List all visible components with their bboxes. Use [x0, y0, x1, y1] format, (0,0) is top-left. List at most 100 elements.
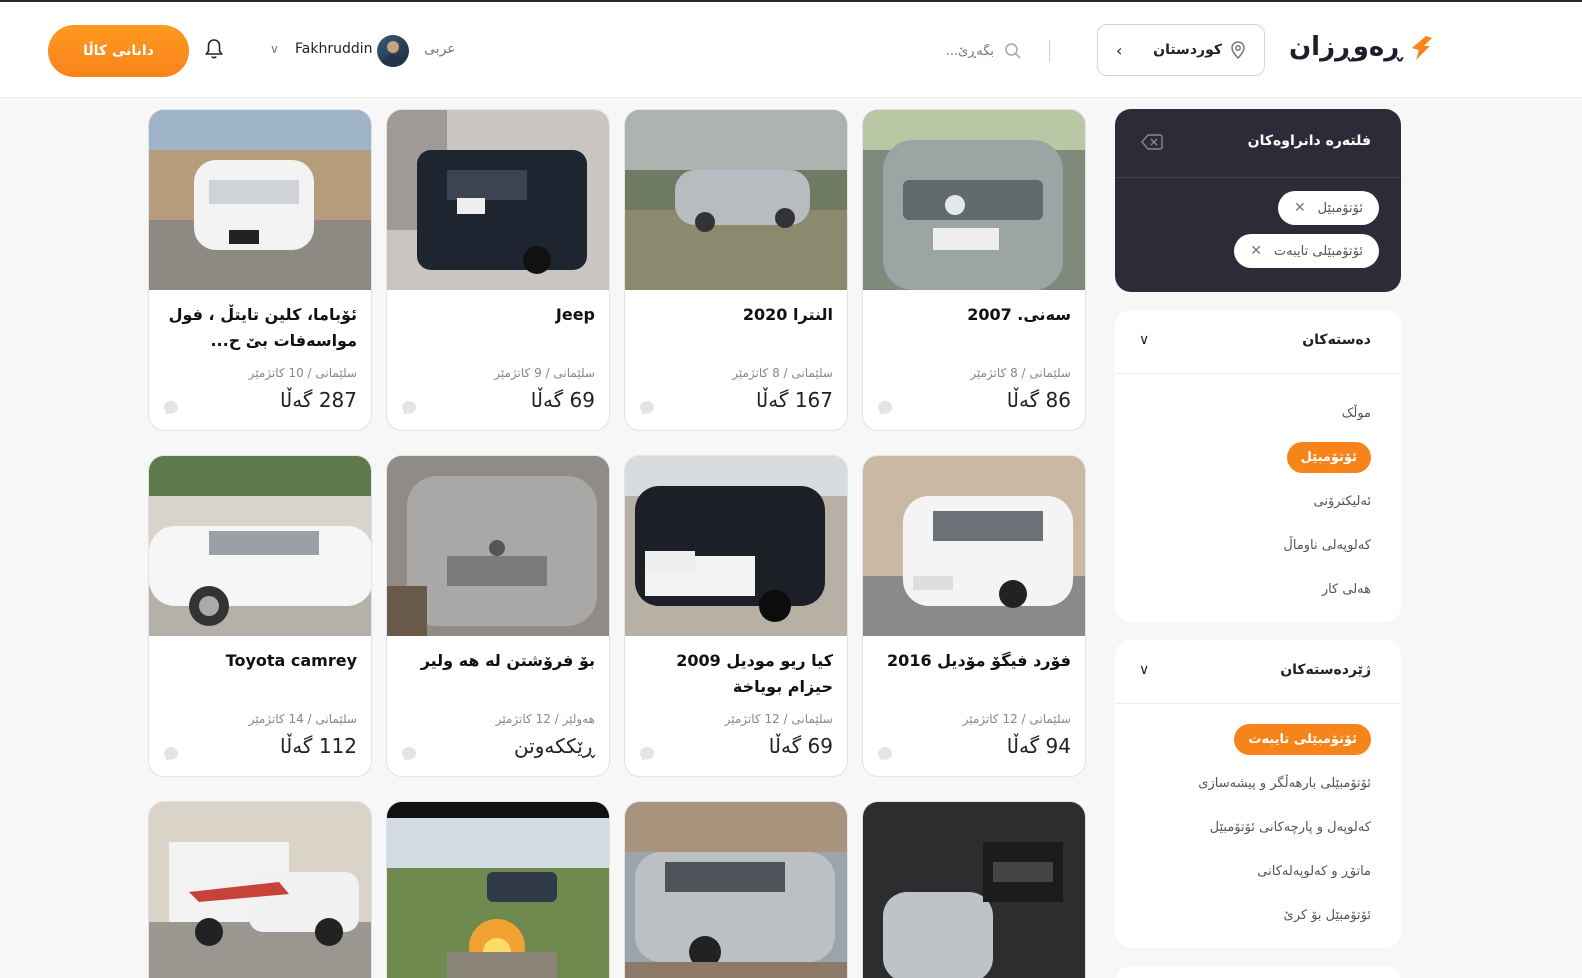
- category-item-active[interactable]: ئۆتۆمبێل: [1286, 442, 1371, 473]
- divider: [1115, 177, 1401, 178]
- chat-icon[interactable]: [401, 400, 417, 416]
- search-box[interactable]: [918, 36, 1022, 66]
- listing-location: سلێمانی / 12 کاتژمێر: [724, 712, 833, 726]
- search-input[interactable]: [924, 43, 994, 59]
- listing-price: 69 گەڵا: [768, 734, 833, 758]
- listing-card[interactable]: [624, 801, 848, 978]
- chat-icon[interactable]: [877, 400, 893, 416]
- filter-chip-label: ئۆتۆمبێل: [1317, 200, 1363, 216]
- chevron-down-icon[interactable]: ∨: [1139, 662, 1149, 678]
- chat-icon[interactable]: [639, 400, 655, 416]
- logo-mark-icon: [1412, 36, 1432, 60]
- listing-title: سەنی. 2007: [967, 305, 1071, 324]
- remove-icon[interactable]: ✕: [1294, 200, 1306, 216]
- listing-card[interactable]: النترا 2020 سلێمانی / 8 کاتژمێر 167 گەڵا: [624, 109, 848, 431]
- listing-price: 287 گەڵا: [280, 388, 357, 412]
- category-item[interactable]: هەلی کار: [1322, 582, 1371, 597]
- listing-card[interactable]: ئۆباما، کلین تایتڵ ، فول مواسەفات بێ ح..…: [148, 109, 372, 431]
- category-item[interactable]: موڵک: [1342, 406, 1371, 421]
- listing-photo: [149, 456, 371, 636]
- listing-price: ڕێککەوتن: [513, 734, 595, 758]
- listing-card[interactable]: فۆرد فیگۆ مۆدیل 2016 سلێمانی / 12 کاتژمێ…: [862, 455, 1086, 777]
- subcategory-item[interactable]: ئۆتۆمبێلی بارهەڵگر و پیشەسازی: [1198, 776, 1371, 791]
- listing-photo: [863, 802, 1085, 978]
- listing-location: هەولێر / 12 کاتژمێر: [495, 712, 595, 726]
- header: ڕەوڕزان ‹ کوردستان عربی Fakhruddin ∨ دان…: [0, 2, 1582, 98]
- next-panel: [1115, 966, 1401, 978]
- post-item-button[interactable]: دانانی کاڵا: [48, 25, 189, 77]
- listing-photo: [387, 110, 609, 290]
- username[interactable]: Fakhruddin: [295, 41, 373, 57]
- remove-icon[interactable]: ✕: [1250, 243, 1262, 259]
- chat-icon[interactable]: [163, 746, 179, 762]
- subcategory-item[interactable]: کەلوپەل و پارچەکانی ئۆتۆمبێل: [1210, 820, 1371, 835]
- listing-title: ئۆباما، کلین تایتڵ ، فول مواسەفات بێ ح..…: [168, 305, 357, 350]
- listing-photo: [387, 802, 609, 978]
- listing-photo: [625, 456, 847, 636]
- listing-location: سلێمانی / 8 کاتژمێر: [732, 366, 833, 380]
- subcategory-item-active[interactable]: ئۆتۆمبێلی تایبەت: [1234, 724, 1371, 755]
- listing-title: بۆ فرۆشتن له هه ولیر: [420, 651, 595, 670]
- listing-location: سلێمانی / 9 کاتژمێر: [494, 366, 595, 380]
- listing-photo: [863, 456, 1085, 636]
- listing-card[interactable]: [862, 801, 1086, 978]
- listing-photo: [387, 456, 609, 636]
- listing-title: کیا ریو مودیل 2009 حیزام بویاخة: [676, 651, 833, 696]
- listing-photo: [863, 110, 1085, 290]
- category-item[interactable]: ئەلیکترۆنی: [1314, 494, 1371, 509]
- clear-filters-icon[interactable]: [1141, 133, 1163, 151]
- categories-title: دەستەکان: [1302, 332, 1371, 348]
- listing-card[interactable]: [148, 801, 372, 978]
- listing-card[interactable]: کیا ریو مودیل 2009 حیزام بویاخة سلێمانی …: [624, 455, 848, 777]
- location-label: کوردستان: [1153, 42, 1222, 58]
- listing-photo: [625, 802, 847, 978]
- filter-chip[interactable]: ئۆتۆمبێل ✕: [1277, 191, 1379, 225]
- search-icon: [1005, 43, 1021, 59]
- avatar[interactable]: [377, 35, 409, 67]
- listing-card[interactable]: Jeep سلێمانی / 9 کاتژمێر 69 گەڵا: [386, 109, 610, 431]
- subcategory-item[interactable]: ماتۆڕ و کەلوپەلەکانی: [1257, 864, 1371, 879]
- filter-chip[interactable]: ئۆتۆمبێلی تایبەت ✕: [1234, 234, 1379, 268]
- subcategory-item[interactable]: ئۆتۆمبێل بۆ کرێ: [1284, 908, 1371, 923]
- category-item[interactable]: کەلوپەلی ناوماڵ: [1283, 538, 1371, 553]
- header-divider: [1049, 40, 1050, 62]
- listing-card[interactable]: بۆ فرۆشتن له هه ولیر هەولێر / 12 کاتژمێر…: [386, 455, 610, 777]
- applied-filters-title: فلتەرە دانراوەکان: [1247, 133, 1371, 149]
- listing-card[interactable]: سەنی. 2007 سلێمانی / 8 کاتژمێر 86 گەڵا: [862, 109, 1086, 431]
- applied-filters-panel: فلتەرە دانراوەکان ئۆتۆمبێل ✕ ئۆتۆمبێلی ت…: [1115, 109, 1401, 292]
- chevron-down-icon[interactable]: ∨: [1139, 332, 1149, 348]
- listing-card[interactable]: [386, 801, 610, 978]
- language-switch[interactable]: عربی: [424, 41, 456, 57]
- listing-price: 69 گەڵا: [530, 388, 595, 412]
- categories-panel: دەستەکان ∨ موڵک ئۆتۆمبێل ئەلیکترۆنی کەلو…: [1115, 310, 1401, 622]
- listing-price: 86 گەڵا: [1006, 388, 1071, 412]
- logo[interactable]: ڕەوڕزان: [1289, 32, 1436, 62]
- chevron-down-icon[interactable]: ∨: [270, 42, 279, 56]
- categories-header[interactable]: دەستەکان ∨: [1115, 310, 1401, 374]
- subcategories-panel: ژێردەستەکان ∨ ئۆتۆمبێلی تایبەت ئۆتۆمبێلی…: [1115, 640, 1401, 948]
- listing-title: Toyota camrey: [225, 651, 357, 670]
- listing-photo: [149, 802, 371, 978]
- listing-photo: [149, 110, 371, 290]
- listing-location: سلێمانی / 10 کاتژمێر: [248, 366, 357, 380]
- listing-title: Jeep: [555, 305, 595, 324]
- chat-icon[interactable]: [163, 400, 179, 416]
- listing-photo: [625, 110, 847, 290]
- subcategories-header[interactable]: ژێردەستەکان ∨: [1115, 640, 1401, 704]
- logo-text: ڕەوڕزان: [1288, 32, 1403, 62]
- listing-card[interactable]: Toyota camrey سلێمانی / 14 کاتژمێر 112 گ…: [148, 455, 372, 777]
- chat-icon[interactable]: [877, 746, 893, 762]
- listing-price: 167 گەڵا: [756, 388, 833, 412]
- map-pin-icon: [1231, 41, 1245, 59]
- listing-price: 94 گەڵا: [1006, 734, 1071, 758]
- chat-icon[interactable]: [639, 746, 655, 762]
- filter-chip-label: ئۆتۆمبێلی تایبەت: [1273, 243, 1363, 259]
- listing-price: 112 گەڵا: [280, 734, 357, 758]
- location-selector[interactable]: ‹ کوردستان: [1097, 24, 1265, 76]
- listing-location: سلێمانی / 14 کاتژمێر: [248, 712, 357, 726]
- listing-title: فۆرد فیگۆ مۆدیل 2016: [887, 651, 1071, 670]
- subcategories-title: ژێردەستەکان: [1280, 662, 1371, 678]
- bell-icon[interactable]: [204, 38, 224, 60]
- chat-icon[interactable]: [401, 746, 417, 762]
- listing-title: النترا 2020: [742, 305, 833, 324]
